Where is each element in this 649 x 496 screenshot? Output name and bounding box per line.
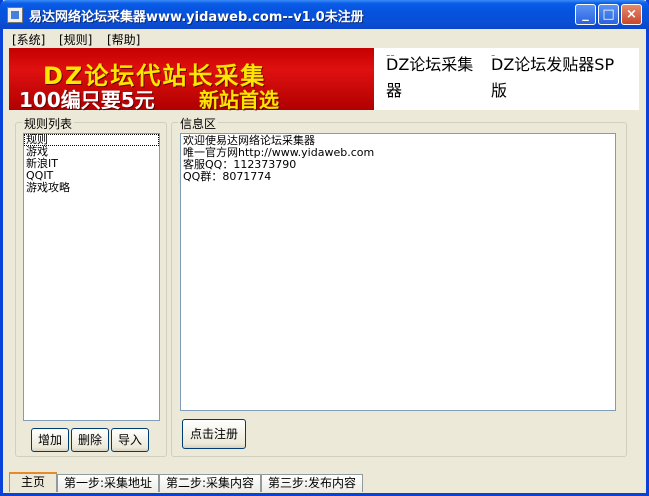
ad-banner[interactable]: DZ论坛代站长采集 100编只要5元 新站首选 <box>9 48 374 112</box>
info-line: QQ群：8071774 <box>183 170 272 183</box>
menu-system[interactable]: [系统] <box>12 31 45 48</box>
app-window: 易达网络论坛采集器www.yidaweb.com--v1.0未注册 _ □ × … <box>0 0 649 496</box>
tab-home[interactable]: 主页 <box>9 472 57 492</box>
add-rule-button[interactable]: 增加 <box>31 428 69 452</box>
link-dash: - <box>491 48 496 62</box>
app-icon <box>7 7 23 23</box>
maximize-button[interactable]: □ <box>598 4 619 25</box>
rules-group: 规则列表 规则 游戏 新浪IT QQIT 游戏攻略 增加 删除 导入 <box>15 115 167 457</box>
menu-help[interactable]: [帮助] <box>107 31 140 48</box>
link-dz-collector[interactable]: -- DZ论坛采集器 <box>386 48 486 104</box>
info-textarea[interactable]: 欢迎使易达网络论坛采集器 唯一官方网http://www.yidaweb.com… <box>180 133 616 411</box>
ad-slogan: 新站首选 <box>199 88 279 112</box>
tab-step3[interactable]: 第三步:发布内容 <box>261 474 363 492</box>
link-dash: -- <box>386 48 395 62</box>
delete-rule-button[interactable]: 删除 <box>71 428 109 452</box>
link-dz-collector-label: DZ论坛采集器 <box>386 55 474 100</box>
register-button[interactable]: 点击注册 <box>182 419 246 449</box>
link-dz-poster[interactable]: - DZ论坛发贴器SP版 <box>491 48 621 104</box>
rule-item[interactable]: 游戏攻略 <box>24 182 159 194</box>
close-button[interactable]: × <box>621 4 642 25</box>
menu-bar: [系统] [规则] [帮助] <box>3 29 646 47</box>
rules-group-title: 规则列表 <box>22 115 75 132</box>
title-bar[interactable]: 易达网络论坛采集器www.yidaweb.com--v1.0未注册 _ □ × <box>0 0 649 29</box>
info-group: 信息区 欢迎使易达网络论坛采集器 唯一官方网http://www.yidaweb… <box>171 115 627 457</box>
info-group-title: 信息区 <box>178 115 219 132</box>
tab-step1[interactable]: 第一步:采集地址 <box>57 474 159 492</box>
tab-strip: 主页 第一步:采集地址 第二步:采集内容 第三步:发布内容 <box>3 472 646 492</box>
link-dz-poster-label: DZ论坛发贴器SP版 <box>491 55 615 100</box>
banner-area: DZ论坛代站长采集 100编只要5元 新站首选 -- DZ论坛采集器 - DZ论… <box>9 48 639 112</box>
window-title: 易达网络论坛采集器www.yidaweb.com--v1.0未注册 <box>29 10 364 25</box>
ad-price: 100编只要5元 <box>19 88 155 112</box>
rules-list[interactable]: 规则 游戏 新浪IT QQIT 游戏攻略 <box>23 133 160 421</box>
tab-step2[interactable]: 第二步:采集内容 <box>159 474 261 492</box>
menu-rules[interactable]: [规则] <box>59 31 92 48</box>
import-rule-button[interactable]: 导入 <box>111 428 149 452</box>
minimize-button[interactable]: _ <box>575 4 596 25</box>
